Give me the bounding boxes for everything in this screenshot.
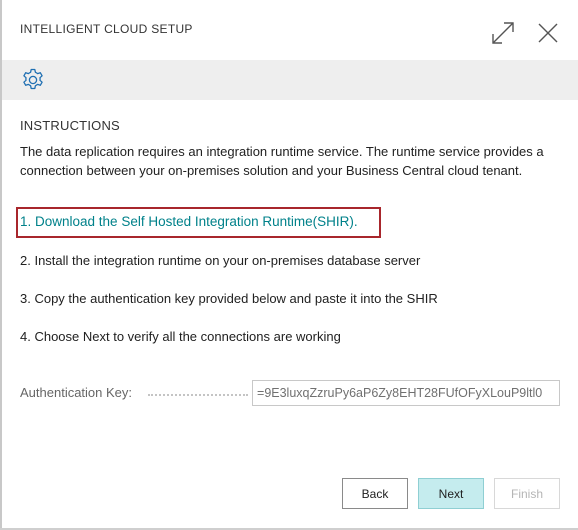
action-bar <box>2 60 578 100</box>
field-leader-dots <box>148 394 248 396</box>
back-button[interactable]: Back <box>342 478 408 509</box>
authentication-key-label: Authentication Key: <box>20 385 133 400</box>
close-icon <box>538 23 558 43</box>
expand-button[interactable] <box>490 20 516 46</box>
step-2-text: 2. Install the integration runtime on yo… <box>20 253 421 268</box>
step-3-text: 3. Copy the authentication key provided … <box>20 291 438 306</box>
dialog-title: INTELLIGENT CLOUD SETUP <box>20 22 193 36</box>
instructions-intro: The data replication requires an integra… <box>20 144 544 178</box>
instructions-heading: INSTRUCTIONS <box>20 118 120 133</box>
expand-icon <box>492 22 514 44</box>
gear-icon <box>23 68 43 90</box>
step-4-text: 4. Choose Next to verify all the connect… <box>20 329 341 344</box>
settings-button[interactable] <box>20 67 46 93</box>
authentication-key-field[interactable] <box>252 380 560 406</box>
download-shir-link[interactable]: 1. Download the Self Hosted Integration … <box>20 214 358 229</box>
finish-button[interactable]: Finish <box>494 478 560 509</box>
next-button[interactable]: Next <box>418 478 484 509</box>
close-button[interactable] <box>535 20 561 46</box>
